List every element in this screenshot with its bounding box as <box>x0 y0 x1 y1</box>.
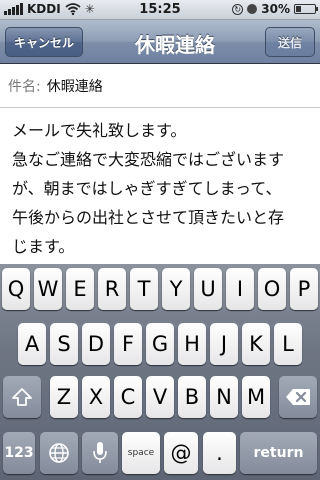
key-m[interactable]: M <box>242 376 270 418</box>
send-button[interactable]: 送信 <box>265 27 315 57</box>
body-line: 急なご連絡で大変恐縮ではございます <box>12 150 285 169</box>
battery-percent: 30% <box>261 2 290 16</box>
subject-input[interactable]: 休暇連絡 <box>47 76 103 96</box>
navigation-bar: キャンセル 休暇連絡 送信 <box>0 20 320 64</box>
key-l[interactable]: L <box>274 323 302 365</box>
space-key[interactable]: space <box>122 432 160 474</box>
subject-label: 件名: <box>8 78 41 95</box>
key-g[interactable]: G <box>146 323 174 365</box>
keyboard: 123 space @ . return QWERTYUIOP ASDFGHJKL… <box>0 264 320 480</box>
shift-arrow-icon <box>12 388 32 406</box>
key-o[interactable]: O <box>258 268 286 310</box>
status-bar: KDDI ✳ 15:25 ↻ 30% <box>0 0 320 20</box>
backspace-icon <box>286 389 310 405</box>
body-line: が、朝まではしゃぎすぎてしまって、 <box>12 179 282 198</box>
numbers-key[interactable]: 123 <box>3 432 35 474</box>
globe-icon <box>49 443 69 463</box>
key-c[interactable]: C <box>114 376 142 418</box>
key-b[interactable]: B <box>178 376 206 418</box>
microphone-icon <box>93 442 107 463</box>
key-u[interactable]: U <box>194 268 222 310</box>
key-w[interactable]: W <box>34 268 62 310</box>
microphone-key[interactable] <box>82 432 118 474</box>
subject-field[interactable]: 件名: 休暇連絡 <box>0 64 320 108</box>
key-q[interactable]: Q <box>2 268 30 310</box>
key-v[interactable]: V <box>146 376 174 418</box>
key-t[interactable]: T <box>130 268 158 310</box>
key-s[interactable]: S <box>50 323 78 365</box>
key-n[interactable]: N <box>210 376 238 418</box>
key-k[interactable]: K <box>242 323 270 365</box>
key-z[interactable]: Z <box>50 376 78 418</box>
cancel-button[interactable]: キャンセル <box>5 27 83 57</box>
body-line: じます。 <box>12 237 75 256</box>
page-title: 休暇連絡 <box>135 33 215 57</box>
orientation-lock-icon: ↻ <box>232 3 244 15</box>
at-key[interactable]: @ <box>164 432 198 474</box>
key-a[interactable]: A <box>18 323 46 365</box>
status-dot-icon <box>247 4 258 14</box>
return-key[interactable]: return <box>240 432 317 474</box>
key-f[interactable]: F <box>114 323 142 365</box>
key-h[interactable]: H <box>178 323 206 365</box>
body-line: メールで失礼致します。 <box>12 121 187 140</box>
key-x[interactable]: X <box>82 376 110 418</box>
key-j[interactable]: J <box>210 323 238 365</box>
key-d[interactable]: D <box>82 323 110 365</box>
globe-key[interactable] <box>40 432 78 474</box>
key-y[interactable]: Y <box>162 268 190 310</box>
period-key[interactable]: . <box>203 432 236 474</box>
message-body-editor[interactable]: メールで失礼致します。急なご連絡で大変恐縮ではございます が、朝まではしゃぎすぎて… <box>12 116 314 264</box>
key-r[interactable]: R <box>98 268 126 310</box>
delete-key[interactable] <box>279 376 317 418</box>
body-line: 午後からの出社とさせて頂きたいと存 <box>12 208 285 227</box>
key-p[interactable]: P <box>290 268 318 310</box>
shift-key[interactable] <box>3 376 41 418</box>
key-e[interactable]: E <box>66 268 94 310</box>
key-i[interactable]: I <box>226 268 254 310</box>
battery-fill <box>296 6 301 12</box>
battery-icon <box>294 4 318 14</box>
status-right: ↻ 30% <box>232 2 318 16</box>
